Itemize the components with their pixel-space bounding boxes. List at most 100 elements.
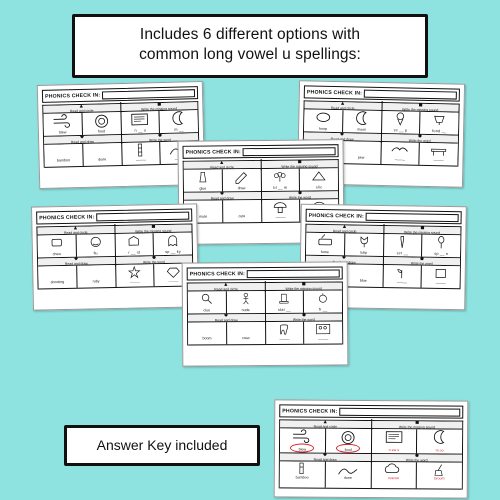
item-cell[interactable]: m __ — [160, 110, 198, 133]
banner-line-1: Includes 6 different options with — [139, 26, 361, 43]
picture-bench — [421, 144, 457, 158]
circle-icon — [158, 133, 162, 137]
item-cell[interactable]: slic — [300, 168, 338, 190]
item-cell[interactable]: sc __ p — [381, 111, 421, 134]
item-cell[interactable]: tulip — [344, 233, 384, 257]
triangle-icon — [224, 282, 228, 286]
item-cell[interactable]: food — [325, 428, 372, 454]
picture-news — [373, 430, 416, 443]
write-line: _____ — [129, 278, 140, 283]
square-icon — [301, 281, 306, 286]
item-cell[interactable]: cute — [222, 199, 262, 223]
item-cell[interactable]: ruby — [76, 264, 117, 288]
draw-box[interactable] — [39, 267, 75, 281]
item-cell[interactable]: _____ — [422, 266, 460, 289]
answer-row-2[interactable]: bamboo dune rescue broom — [279, 461, 462, 490]
item-cell[interactable]: bamboo — [44, 143, 84, 167]
heart-icon — [340, 132, 344, 136]
draw-box[interactable] — [343, 142, 379, 156]
item-cell[interactable]: _____ — [420, 143, 458, 166]
item-cell[interactable]: blew — [43, 112, 83, 136]
item-cell[interactable]: _____ — [304, 321, 342, 343]
item-cell[interactable]: m oo — [417, 429, 462, 453]
worksheet-card-ew2[interactable]: PHONICS CHECK IN: Read and circle Write … — [31, 203, 199, 311]
item-cell[interactable]: sp __ ky — [154, 233, 192, 256]
write-line: _____ — [394, 156, 405, 161]
picture-moon — [161, 111, 197, 125]
circle-icon — [302, 312, 306, 317]
item-cell[interactable]: n __ s — [120, 111, 161, 134]
item-cell[interactable]: fr __ — [304, 290, 342, 312]
item-cell[interactable]: fond __ — [420, 112, 458, 135]
item-cell[interactable]: _____ — [265, 321, 305, 344]
answer-row-2[interactable]: boom crew _____ _____ — [188, 321, 343, 346]
item-cell[interactable]: fume — [306, 232, 346, 256]
picture-chew — [39, 236, 75, 250]
item-cell[interactable]: boom — [188, 322, 227, 345]
draw-box[interactable] — [224, 201, 260, 214]
item-cell[interactable]: shooting — [38, 265, 78, 289]
item-cell[interactable]: food — [82, 111, 122, 135]
triangle-icon — [74, 225, 78, 230]
item-cell[interactable]: moon — [342, 110, 382, 134]
item-cell[interactable]: n ew s — [371, 429, 418, 454]
item-cell[interactable]: blew — [279, 428, 326, 453]
item-cell[interactable]: crew — [226, 321, 266, 345]
draw-box[interactable] — [84, 144, 120, 158]
draw-box[interactable] — [345, 265, 381, 279]
item-cell[interactable]: blue — [344, 264, 384, 288]
item-cell[interactable]: stat __ — [265, 290, 305, 313]
picture-roost — [116, 234, 152, 248]
picture-bird — [382, 143, 418, 157]
picture-figure — [228, 292, 264, 305]
draw-box[interactable] — [45, 145, 81, 159]
picture-spooky — [155, 234, 191, 248]
worksheet-card-ui[interactable]: PHONICS CHECK IN: Read and circle Write … — [181, 261, 349, 367]
word-label: ruby — [92, 279, 100, 284]
item-cell[interactable]: flu — [76, 233, 116, 257]
item-cell[interactable]: hoop — [304, 109, 344, 133]
word-label: bamboo — [295, 475, 309, 480]
item-cell[interactable]: _____ — [115, 264, 155, 287]
sheet-title-blank — [246, 268, 340, 278]
item-cell[interactable]: glue — [183, 169, 223, 192]
answer-row-2[interactable]: shooting ruby _____ _____ — [38, 263, 193, 290]
item-cell[interactable]: rescue — [371, 462, 418, 489]
picture-wind — [44, 113, 80, 128]
picture-screw — [385, 235, 421, 249]
item-cell[interactable]: clue — [187, 291, 227, 314]
item-cell[interactable]: sp __ n — [422, 235, 460, 258]
item-cell[interactable]: chew — [37, 234, 77, 258]
draw-box[interactable] — [78, 266, 114, 280]
item-cell[interactable]: bl __ m — [261, 168, 301, 191]
picture-shooting-star — [117, 265, 153, 279]
square-icon — [151, 224, 155, 228]
item-cell[interactable]: broom — [417, 462, 462, 488]
picture-moon — [418, 430, 461, 444]
item-cell[interactable]: nude — [226, 290, 266, 314]
picture-slice — [301, 169, 337, 182]
item-cell[interactable]: dune — [325, 461, 372, 489]
item-cell[interactable]: dune — [82, 142, 123, 166]
draw-box[interactable] — [189, 323, 225, 336]
item-cell[interactable]: _____ — [261, 199, 301, 222]
item-cell[interactable]: pew — [342, 141, 382, 165]
item-cell[interactable]: r __ st — [115, 233, 155, 256]
answer-row-2[interactable]: bamboo dune _____ _____ — [44, 141, 199, 168]
item-cell[interactable]: _____ — [380, 142, 421, 165]
item-cell[interactable]: _____ — [121, 142, 161, 165]
answer-label: rescue — [388, 476, 400, 481]
picture-clue — [189, 292, 225, 305]
item-cell[interactable]: bamboo — [279, 461, 326, 488]
item-cell[interactable]: scr __ — [383, 234, 423, 257]
picture-tooth — [267, 323, 303, 336]
worksheet-card-answer-key[interactable]: PHONICS CHECK IN: Read and circle Write … — [273, 399, 469, 499]
draw-box[interactable] — [228, 323, 264, 336]
write-line: _____ — [279, 335, 290, 340]
answer-row-1[interactable]: blew food n ew s m oo — [279, 428, 463, 455]
item-cell[interactable]: draw — [222, 168, 262, 192]
item-cell[interactable]: _____ — [383, 265, 423, 288]
triangle-icon — [343, 224, 347, 228]
sheet-title-blank — [102, 88, 196, 99]
sheet-title: PHONICS CHECK IN: — [182, 144, 339, 159]
